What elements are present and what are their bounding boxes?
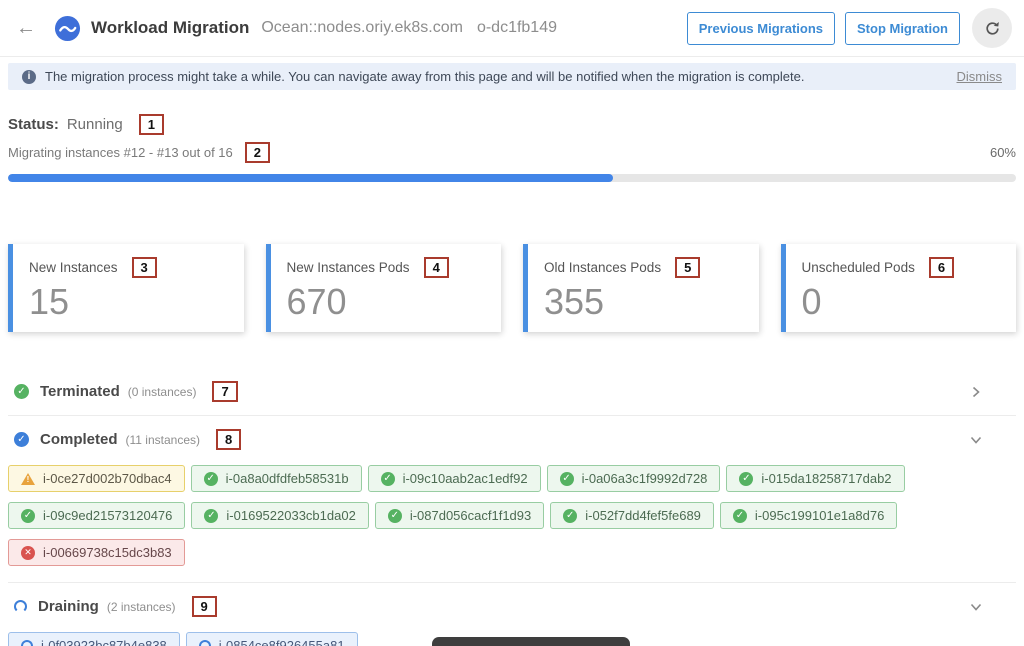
instance-id: i-0ce27d002b70dbac4 [43,471,172,486]
section-title: Completed [40,431,118,448]
migration-progress-text: Migrating instances #12 - #13 out of 16 [8,145,233,160]
cluster-id: o-dc1fb149 [477,19,557,37]
progress-bar-fill [8,174,613,182]
check-circle-icon: ✓ [14,384,29,399]
instance-chip: ✓ i-087d056cacf1f1d93 [375,502,544,529]
check-icon: ✓ [560,472,574,486]
instance-id: i-09c10aab2ac1edf92 [403,471,528,486]
status-label: Status: [8,116,59,133]
refresh-icon [984,20,1001,37]
section-count: (2 instances) [107,600,176,614]
section-title: Terminated [40,383,120,400]
instance-id: i-00669738c15dc3b83 [43,545,172,560]
check-icon: ✓ [204,509,218,523]
card-value: 15 [29,284,228,320]
annotation-marker-8: 8 [216,429,241,450]
instance-chip: ✓ i-015da18258717dab2 [726,465,904,492]
section-title: Draining [38,598,99,615]
dismiss-link[interactable]: Dismiss [957,69,1003,84]
annotation-marker-3: 3 [132,257,157,278]
warning-icon [21,473,35,485]
page-title: Workload Migration [91,18,249,38]
section-completed-header[interactable]: ✓ Completed (11 instances) 8 [8,416,1016,463]
progress-percent-label: 60% [990,145,1016,160]
chevron-down-icon[interactable] [970,434,982,446]
check-icon: ✓ [388,509,402,523]
instance-chip: ✓ i-0169522033cb1da02 [191,502,368,529]
instance-chip: i-0f03923bc87b4e838 [8,632,180,646]
card-label: New Instances [29,260,118,275]
banner-message: The migration process might take a while… [45,69,957,84]
instance-chip: i-0854ce8f926455a81 [186,632,358,646]
card-label: Unscheduled Pods [802,260,915,275]
check-icon: ✓ [204,472,218,486]
stop-migration-button[interactable]: Stop Migration [845,12,960,45]
status-value: Running [67,116,123,133]
instance-chip: ✓ i-09c9ed21573120476 [8,502,185,529]
spinner-icon [21,640,33,646]
check-icon: ✓ [381,472,395,486]
metric-cards: New Instances 3 15 New Instances Pods 4 … [8,244,1016,332]
section-terminated-header[interactable]: ✓ Terminated (0 instances) 7 [8,368,1016,415]
annotation-marker-1: 1 [139,114,164,135]
cluster-name: Ocean::nodes.oriy.ek8s.com [261,19,463,37]
spinner-icon [199,640,211,646]
instance-chip: i-0ce27d002b70dbac4 [8,465,185,492]
progress-bar-track [8,174,1016,182]
check-circle-icon: ✓ [14,432,29,447]
completed-chips: i-0ce27d002b70dbac4✓i-0a8a0dfdfeb58531b✓… [8,465,1016,566]
back-arrow-icon[interactable]: ← [10,15,42,42]
instance-id: i-087d056cacf1f1d93 [410,508,531,523]
annotation-marker-9: 9 [192,596,217,617]
card-unscheduled-pods: Unscheduled Pods 6 0 [781,244,1017,332]
chevron-right-icon[interactable] [970,386,982,398]
info-banner: i The migration process might take a whi… [8,63,1016,90]
instance-id: i-052f7dd4fef5fe689 [585,508,701,523]
annotation-marker-6: 6 [929,257,954,278]
section-count: (11 instances) [126,433,200,447]
check-icon: ✓ [21,509,35,523]
section-draining-header[interactable]: Draining (2 instances) 9 [8,583,1016,630]
previous-migrations-button[interactable]: Previous Migrations [687,12,835,45]
card-value: 355 [544,284,743,320]
instance-id: i-09c9ed21573120476 [43,508,172,523]
instance-chip: ✓ i-052f7dd4fef5fe689 [550,502,714,529]
instance-chip: ✓ i-0a06a3c1f9992d728 [547,465,721,492]
instance-id: i-015da18258717dab2 [761,471,891,486]
annotation-marker-7: 7 [212,381,237,402]
check-icon: ✓ [733,509,747,523]
page-header: ← Workload Migration Ocean::nodes.oriy.e… [0,0,1024,57]
instance-chip: ✓ i-09c10aab2ac1edf92 [368,465,541,492]
instance-id: i-095c199101e1a8d76 [755,508,884,523]
annotation-marker-5: 5 [675,257,700,278]
check-icon: ✓ [739,472,753,486]
section-count: (0 instances) [128,385,197,399]
instance-id: i-0a06a3c1f9992d728 [582,471,708,486]
cutoff-tooltip [432,637,630,646]
instance-id: i-0f03923bc87b4e838 [41,638,167,646]
annotation-marker-2: 2 [245,142,270,163]
spinner-icon [14,600,27,613]
card-new-instances-pods: New Instances Pods 4 670 [266,244,502,332]
card-new-instances: New Instances 3 15 [8,244,244,332]
card-value: 670 [287,284,486,320]
instance-id: i-0854ce8f926455a81 [219,638,345,646]
ocean-logo-icon [54,15,81,42]
chevron-down-icon[interactable] [970,601,982,613]
card-label: Old Instances Pods [544,260,661,275]
instance-id: i-0169522033cb1da02 [226,508,355,523]
card-value: 0 [802,284,1001,320]
info-icon: i [22,70,36,84]
instance-chip: ✕ i-00669738c15dc3b83 [8,539,185,566]
refresh-button[interactable] [972,8,1012,48]
check-icon: ✓ [563,509,577,523]
card-old-instances-pods: Old Instances Pods 5 355 [523,244,759,332]
instance-chip: ✓ i-0a8a0dfdfeb58531b [191,465,362,492]
card-label: New Instances Pods [287,260,410,275]
error-icon: ✕ [21,546,35,560]
instance-chip: ✓ i-095c199101e1a8d76 [720,502,897,529]
instance-id: i-0a8a0dfdfeb58531b [226,471,349,486]
annotation-marker-4: 4 [424,257,449,278]
